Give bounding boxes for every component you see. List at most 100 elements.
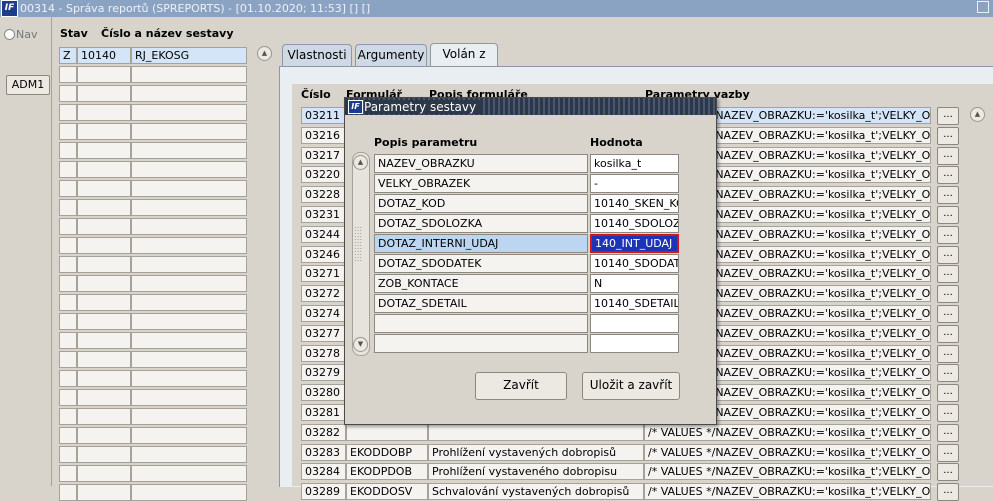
form-popis-cell[interactable] [428,423,644,441]
more-button[interactable]: ... [937,344,959,363]
report-cislo-cell[interactable] [77,161,131,178]
report-nazev-cell[interactable] [131,180,247,197]
report-stav-cell[interactable] [59,199,77,216]
report-stav-cell[interactable] [59,427,77,444]
more-button[interactable]: ... [937,423,959,442]
report-stav-cell[interactable] [59,161,77,178]
report-stav-cell[interactable] [59,370,77,387]
form-cislo-cell[interactable]: 03278 [301,344,346,362]
report-stav-cell[interactable] [59,465,77,482]
form-cislo-cell[interactable]: 03217 [301,146,346,164]
more-button[interactable]: ... [937,206,959,224]
tab-vlastnosti[interactable]: Vlastnosti [282,44,352,66]
more-button[interactable]: ... [937,404,959,422]
more-button[interactable]: ... [937,463,959,482]
report-stav-cell[interactable] [59,294,77,311]
report-nazev-cell[interactable] [131,199,247,216]
form-popis-cell[interactable]: Prohlížení vystaveného dobropisu [428,463,644,481]
report-cislo-cell[interactable] [77,313,131,330]
param-name-cell[interactable] [374,334,588,353]
restore-window-icon[interactable] [977,1,989,13]
form-cislo-cell[interactable]: 03284 [301,463,346,481]
report-cislo-cell[interactable] [77,351,131,368]
form-cislo-cell[interactable]: 03216 [301,126,346,144]
report-cislo-cell[interactable] [77,199,131,216]
report-cislo-cell[interactable] [77,66,131,83]
report-stav-cell[interactable] [59,104,77,121]
form-cislo-cell[interactable]: 03283 [301,443,346,461]
param-name-cell[interactable] [374,314,588,333]
param-value-input[interactable]: 10140_SDETAIL [590,294,679,313]
form-cislo-cell[interactable]: 03231 [301,206,346,223]
form-cislo-cell[interactable]: 03244 [301,225,346,243]
dialog-scroll-up-icon[interactable]: ▲ [353,155,368,170]
more-button[interactable]: ... [937,265,959,284]
report-cislo-cell[interactable] [77,465,131,482]
form-cislo-cell[interactable]: 03246 [301,245,346,263]
param-name-cell[interactable]: DOTAZ_KOD [374,194,588,213]
adm1-button[interactable]: ADM1 [6,75,50,95]
report-nazev-cell[interactable] [131,161,247,178]
report-stav-cell[interactable] [59,446,77,463]
more-button[interactable]: ... [937,384,959,403]
report-nazev-cell[interactable] [131,237,247,254]
more-button[interactable]: ... [937,166,959,185]
report-cislo-cell[interactable] [77,408,131,425]
param-value-input[interactable]: N [590,274,679,293]
dialog-titlebar[interactable]: IF Parametry sestavy [345,98,716,115]
report-stav-cell[interactable] [59,256,77,273]
param-value-input[interactable] [590,334,679,353]
more-button[interactable]: ... [937,186,959,205]
form-parametry-cell[interactable]: /* VALUES */NAZEV_OBRAZKU:='kosilka_t';V… [644,423,931,441]
form-formular-cell[interactable] [346,423,428,441]
form-cislo-cell[interactable]: 03228 [301,186,346,204]
form-cislo-cell[interactable]: 03279 [301,364,346,382]
form-cislo-cell[interactable]: 03211 [301,107,346,124]
form-formular-cell[interactable]: EKODPDOB [346,463,428,481]
more-button[interactable]: ... [937,107,959,125]
report-nazev-cell[interactable] [131,389,247,406]
form-cislo-cell[interactable]: 03220 [301,166,346,184]
report-nazev-cell[interactable] [131,465,247,482]
form-cislo-cell[interactable]: 03277 [301,324,346,342]
tab-volan-z[interactable]: Volán z [430,43,498,67]
form-cislo-cell[interactable]: 03272 [301,285,346,303]
more-button[interactable]: ... [937,285,959,304]
param-value-input[interactable]: 10140_SDODATE [590,254,679,273]
report-nazev-cell[interactable]: RJ_EKOSG [131,47,247,64]
report-nazev-cell[interactable] [131,427,247,444]
report-nazev-cell[interactable] [131,370,247,387]
form-parametry-cell[interactable]: /* VALUES */NAZEV_OBRAZKU:='kosilka_t';V… [644,443,931,461]
report-cislo-cell[interactable]: 10140 [77,47,131,64]
report-cislo-cell[interactable] [77,85,131,102]
report-nazev-cell[interactable] [131,351,247,368]
report-stav-cell[interactable] [59,351,77,368]
report-stav-cell[interactable] [59,237,77,254]
report-cislo-cell[interactable] [77,237,131,254]
report-stav-cell[interactable] [59,389,77,406]
param-name-cell[interactable]: DOTAZ_SDODATEK [374,254,588,273]
more-button[interactable]: ... [937,245,959,264]
report-stav-cell[interactable] [59,484,77,501]
param-name-cell[interactable]: ZOB_KONTACE [374,274,588,293]
report-nazev-cell[interactable] [131,313,247,330]
more-button[interactable]: ... [937,126,959,145]
save-close-button[interactable]: Uložit a zavřít [582,372,680,400]
scroll-up-icon[interactable]: ▲ [257,46,272,61]
form-cislo-cell[interactable]: 03274 [301,305,346,322]
form-cislo-cell[interactable]: 03280 [301,384,346,402]
report-nazev-cell[interactable] [131,294,247,311]
more-button[interactable]: ... [937,443,959,462]
more-button[interactable]: ... [937,146,959,165]
form-popis-cell[interactable]: Prohlížení vystavených dobropisů [428,443,644,461]
report-cislo-cell[interactable] [77,427,131,444]
report-stav-cell[interactable] [59,123,77,140]
param-name-cell[interactable]: DOTAZ_SDETAIL [374,294,588,313]
form-formular-cell[interactable]: EKODDOBP [346,443,428,461]
report-nazev-cell[interactable] [131,85,247,102]
param-name-cell[interactable]: NAZEV_OBRAZKU [374,154,588,173]
param-name-cell[interactable]: DOTAZ_INTERNI_UDAJ [374,234,588,253]
close-button[interactable]: Zavřít [475,372,567,400]
more-button[interactable]: ... [937,364,959,383]
report-stav-cell[interactable] [59,218,77,235]
